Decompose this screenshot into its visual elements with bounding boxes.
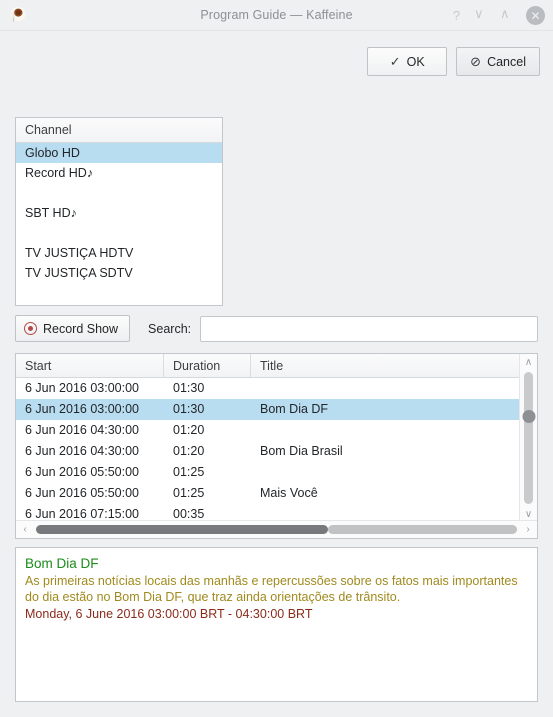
cell-title: Bom Dia DF <box>260 402 329 416</box>
search-input[interactable] <box>200 315 538 342</box>
channel-list[interactable]: Globo HD Record HD♪ SBT HD♪ TV JUSTIÇA HDTV… <box>16 143 222 283</box>
cell-start: 6 Jun 2016 03:00:00 <box>25 402 139 416</box>
title-bar: Program Guide — Kaffeine ? ∨ ∧ ✕ <box>0 0 553 31</box>
horizontal-scroll-thumb[interactable] <box>36 525 328 534</box>
table-row[interactable]: 6 Jun 2016 04:30:00 01:20 Bom Dia Brasil <box>16 441 520 462</box>
search-toolbar: Record Show Search: <box>15 315 538 342</box>
cell-duration: 01:30 <box>173 402 205 416</box>
cell-start: 6 Jun 2016 03:00:00 <box>25 381 139 395</box>
column-header-duration[interactable]: Duration <box>164 354 251 377</box>
horizontal-scroll-track[interactable] <box>327 525 517 534</box>
horizontal-scrollbar[interactable]: ‹ › <box>16 520 537 538</box>
channel-list-item[interactable]: SBT HD♪ <box>16 203 222 223</box>
program-table-panel: Start Duration Title 6 Jun 2016 03:00:00 01… <box>15 353 538 539</box>
cancel-button[interactable]: ⊘ Cancel <box>456 47 540 76</box>
record-dot-icon <box>24 322 37 335</box>
check-icon: ✓ <box>389 54 401 69</box>
description-title: Bom Dia DF <box>25 556 99 571</box>
channel-list-item[interactable]: Globo HD <box>16 143 222 163</box>
cell-duration: 01:20 <box>173 423 205 437</box>
cell-start: 6 Jun 2016 04:30:00 <box>25 423 139 437</box>
cell-title: Mais Você <box>260 486 318 500</box>
dialog-button-row: ✓ OK ⊘ Cancel <box>367 47 540 76</box>
cell-start: 6 Jun 2016 04:30:00 <box>25 444 139 458</box>
table-row[interactable]: 6 Jun 2016 05:50:00 01:25 Mais Você <box>16 483 520 504</box>
maximize-button[interactable]: ∧ <box>500 7 517 24</box>
scroll-up-icon[interactable]: ∧ <box>520 354 538 370</box>
shade-button[interactable]: ∨ <box>474 7 491 24</box>
vertical-scrollbar[interactable]: ∧ ∨ <box>519 354 537 522</box>
program-table-body[interactable]: 6 Jun 2016 03:00:00 01:30 6 Jun 2016 03:00… <box>16 378 520 525</box>
channel-list-item[interactable]: TV JUSTIÇA HDTV <box>16 243 222 263</box>
scroll-grip-icon <box>522 410 535 423</box>
description-time-range: Monday, 6 June 2016 03:00:00 BRT - 04:30… <box>25 607 313 621</box>
program-table-header: Start Duration Title <box>16 354 520 378</box>
window-controls: ? ∨ ∧ ✕ <box>448 0 545 31</box>
description-body: As primeiras notícias locais das manhãs … <box>25 574 518 604</box>
ok-button[interactable]: ✓ OK <box>367 47 448 76</box>
cell-duration: 01:20 <box>173 444 205 458</box>
table-row[interactable]: 6 Jun 2016 03:00:00 01:30 <box>16 378 520 399</box>
help-button[interactable]: ? <box>448 7 465 24</box>
cell-duration: 01:30 <box>173 381 205 395</box>
scroll-left-icon[interactable]: ‹ <box>16 522 34 538</box>
cancel-button-label: Cancel <box>487 54 526 69</box>
close-button[interactable]: ✕ <box>526 6 545 25</box>
cell-title: Bom Dia Brasil <box>260 444 343 458</box>
cell-duration: 01:25 <box>173 486 205 500</box>
channel-list-item[interactable] <box>16 183 222 203</box>
cell-title <box>251 462 520 483</box>
table-row[interactable]: 6 Jun 2016 04:30:00 01:20 <box>16 420 520 441</box>
channel-list-item[interactable] <box>16 223 222 243</box>
record-show-button[interactable]: Record Show <box>15 315 131 342</box>
program-description-panel: Bom Dia DF As primeiras notícias locais … <box>15 547 538 702</box>
record-show-label: Record Show <box>43 321 119 336</box>
no-entry-icon: ⊘ <box>470 54 482 69</box>
vertical-scroll-thumb[interactable] <box>522 372 535 504</box>
ok-button-label: OK <box>406 54 425 69</box>
channel-list-item[interactable]: Record HD♪ <box>16 163 222 183</box>
channel-list-item[interactable]: TV JUSTIÇA SDTV <box>16 263 222 283</box>
table-row[interactable]: 6 Jun 2016 03:00:00 01:30 Bom Dia DF <box>16 399 520 420</box>
cell-start: 6 Jun 2016 05:50:00 <box>25 465 139 479</box>
cell-title <box>251 378 520 399</box>
program-guide-dialog: ✓ OK ⊘ Cancel Channel Globo HD Record HD♪… <box>0 31 553 717</box>
cell-start: 6 Jun 2016 05:50:00 <box>25 486 139 500</box>
channel-column-header[interactable]: Channel <box>16 118 222 143</box>
column-header-start[interactable]: Start <box>16 354 164 377</box>
cell-duration: 01:25 <box>173 465 205 479</box>
table-row[interactable]: 6 Jun 2016 05:50:00 01:25 <box>16 462 520 483</box>
column-header-title[interactable]: Title <box>251 354 520 377</box>
cell-title <box>251 420 520 441</box>
channel-list-panel: Channel Globo HD Record HD♪ SBT HD♪ TV JUST… <box>15 117 223 306</box>
search-label: Search: <box>148 321 192 336</box>
scroll-right-icon[interactable]: › <box>519 522 537 538</box>
